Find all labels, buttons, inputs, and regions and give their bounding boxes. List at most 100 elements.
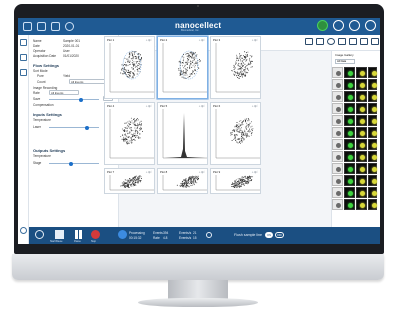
plot-actions-icon[interactable]: ⌕ ⚙ ⋮ <box>199 38 205 42</box>
plot-card[interactable]: Plot 2 ⌕ ⚙ ⋮ <box>157 36 208 99</box>
plot-canvas[interactable] <box>108 43 154 95</box>
cell-image[interactable] <box>332 127 343 138</box>
cell-image[interactable] <box>356 115 367 126</box>
cell-image[interactable] <box>368 91 377 102</box>
plot-actions-icon[interactable]: ⌕ ⚙ ⋮ <box>146 104 152 108</box>
flow-settings-header[interactable]: Flow Settings <box>33 63 59 68</box>
cell-image[interactable] <box>344 103 355 114</box>
cell-image[interactable] <box>344 115 355 126</box>
grid-icon[interactable] <box>51 22 60 31</box>
plot-canvas[interactable] <box>214 43 260 95</box>
settings-icon[interactable] <box>360 38 368 45</box>
duplicate-icon[interactable] <box>316 38 324 45</box>
plot-canvas[interactable] <box>214 175 260 193</box>
cell-image[interactable] <box>344 91 355 102</box>
search-icon[interactable] <box>20 39 27 46</box>
cell-image[interactable] <box>356 127 367 138</box>
cell-image[interactable] <box>368 139 377 150</box>
cell-image[interactable] <box>344 139 355 150</box>
count-select[interactable]: All Events <box>69 79 109 84</box>
plot-card[interactable]: Plot 7 ⌕ ⚙ ⋮ <box>104 168 155 194</box>
plot-canvas[interactable] <box>108 175 154 193</box>
plot-card[interactable]: Plot 8 ⌕ ⚙ ⋮ <box>157 168 208 194</box>
cell-image[interactable] <box>344 199 355 210</box>
cell-image[interactable] <box>368 187 377 198</box>
count-option[interactable]: Count <box>37 80 46 84</box>
start-icon[interactable] <box>20 227 27 234</box>
stage-slider[interactable] <box>49 161 99 166</box>
outputs-settings-header[interactable]: Outputs Settings <box>33 148 65 153</box>
start-pause-icon[interactable] <box>35 230 44 239</box>
cell-image[interactable] <box>332 115 343 126</box>
inputs-settings-header[interactable]: Inputs Settings <box>33 112 62 117</box>
cell-image[interactable] <box>368 175 377 186</box>
cell-image[interactable] <box>356 151 367 162</box>
plot-canvas[interactable] <box>214 109 260 161</box>
cell-image[interactable] <box>368 199 377 210</box>
plot-actions-icon[interactable]: ⌕ ⚙ ⋮ <box>199 104 205 108</box>
cell-image[interactable] <box>368 127 377 138</box>
help-icon[interactable] <box>333 20 344 31</box>
plot-canvas[interactable] <box>161 175 207 193</box>
document-icon[interactable] <box>37 22 46 31</box>
yield-option[interactable]: Yield <box>63 74 70 78</box>
cell-image[interactable] <box>332 139 343 150</box>
cell-image[interactable] <box>368 79 377 90</box>
plot-card[interactable]: Plot 6 ⌕ ⚙ ⋮ <box>210 102 261 165</box>
plot-actions-icon[interactable]: ⌕ ⚙ ⋮ <box>252 170 258 174</box>
plot-card[interactable]: Plot 4 ⌕ ⚙ ⋮ <box>104 102 155 165</box>
plot-actions-icon[interactable]: ⌕ ⚙ ⋮ <box>199 170 205 174</box>
plot-canvas[interactable] <box>161 109 207 161</box>
cell-image[interactable] <box>332 91 343 102</box>
cell-image[interactable] <box>332 103 343 114</box>
plot-actions-icon[interactable]: ⌕ ⚙ ⋮ <box>252 38 258 42</box>
cell-image[interactable] <box>368 151 377 162</box>
cell-image[interactable] <box>344 163 355 174</box>
plot-card[interactable]: Plot 9 ⌕ ⚙ ⋮ <box>210 168 261 194</box>
cell-image[interactable] <box>332 187 343 198</box>
start-pause-button[interactable] <box>55 230 64 239</box>
cell-image[interactable] <box>356 199 367 210</box>
plot-canvas[interactable] <box>108 109 154 161</box>
cell-image[interactable] <box>344 67 355 78</box>
cell-image[interactable] <box>344 151 355 162</box>
cell-image[interactable] <box>332 79 343 90</box>
cell-image[interactable] <box>344 127 355 138</box>
plot-card[interactable]: Plot 3 ⌕ ⚙ ⋮ <box>210 36 261 99</box>
cell-image[interactable] <box>356 67 367 78</box>
plot-actions-icon[interactable]: ⌕ ⚙ ⋮ <box>146 38 152 42</box>
rate-select[interactable]: All Events <box>49 90 79 95</box>
cell-image[interactable] <box>356 103 367 114</box>
cell-image[interactable] <box>332 151 343 162</box>
pure-option[interactable]: Pure <box>37 74 44 78</box>
cell-image[interactable] <box>332 67 343 78</box>
home-icon[interactable] <box>23 22 32 31</box>
cell-image[interactable] <box>368 103 377 114</box>
settings-icon[interactable] <box>365 20 376 31</box>
cell-image[interactable] <box>356 175 367 186</box>
plot-actions-icon[interactable]: ⌕ ⚙ ⋮ <box>146 170 152 174</box>
flush-on-button[interactable]: ON <box>265 232 273 238</box>
laser-slider[interactable] <box>49 125 99 130</box>
cell-image[interactable] <box>368 115 377 126</box>
cell-image[interactable] <box>332 175 343 186</box>
flush-off-button[interactable]: OFF <box>275 232 284 238</box>
pause-icon[interactable] <box>75 230 82 239</box>
save-slider[interactable] <box>49 97 99 102</box>
cell-image[interactable] <box>356 187 367 198</box>
refresh-icon[interactable] <box>206 232 212 238</box>
delete-icon[interactable] <box>327 38 335 45</box>
export-icon[interactable] <box>338 38 346 45</box>
globe-icon[interactable] <box>65 22 74 31</box>
gallery-select[interactable]: All Data <box>335 59 355 64</box>
stop-icon[interactable] <box>91 230 100 239</box>
plot-canvas[interactable] <box>161 43 207 95</box>
cell-image[interactable] <box>332 163 343 174</box>
close-icon[interactable] <box>20 54 27 61</box>
cell-image[interactable] <box>332 199 343 210</box>
cell-image[interactable] <box>344 187 355 198</box>
cell-image[interactable] <box>356 79 367 90</box>
status-icon[interactable] <box>317 20 328 31</box>
plot-card[interactable]: Plot 1 ⌕ ⚙ ⋮ <box>104 36 155 99</box>
cell-image[interactable] <box>344 79 355 90</box>
